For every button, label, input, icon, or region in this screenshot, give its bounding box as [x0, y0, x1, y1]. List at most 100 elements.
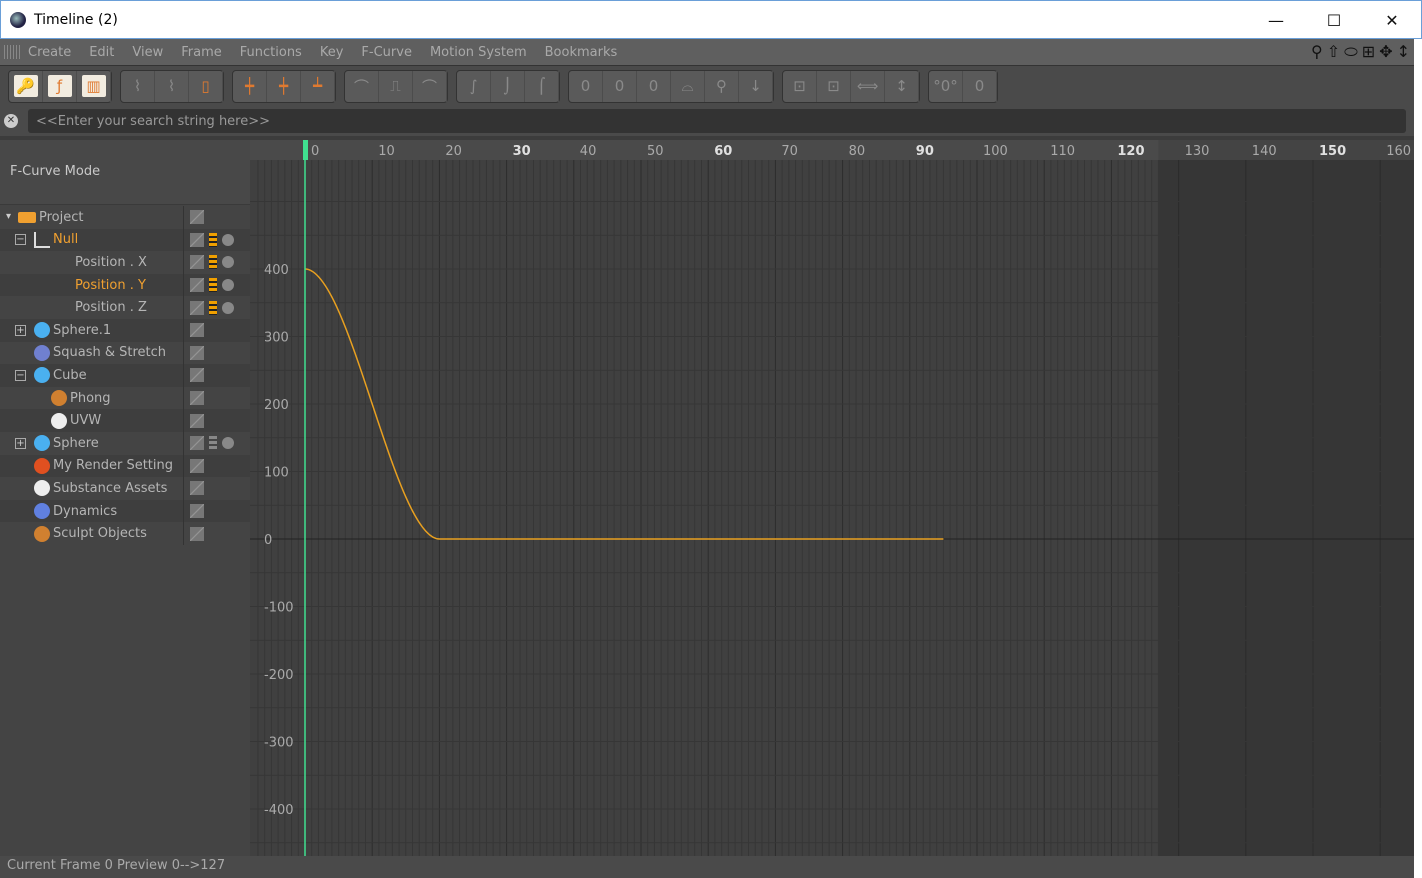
frame-selected-button[interactable]: ⌇: [155, 70, 189, 102]
uvw-tag-icon: [51, 412, 67, 429]
fcurve-graph[interactable]: 0 10 20 30 40 50 60 70 80 90 100 110 120 130 140 150 160…: [250, 140, 1414, 856]
menu-functions[interactable]: Functions: [240, 45, 302, 60]
enable-checkbox[interactable]: [190, 436, 204, 451]
record-dot-icon[interactable]: [222, 301, 234, 314]
enable-checkbox[interactable]: [190, 255, 204, 270]
tree-item[interactable]: + Sphere.1: [0, 318, 250, 342]
enable-checkbox[interactable]: [190, 413, 204, 428]
tangent-5-button[interactable]: ⚲: [705, 70, 739, 102]
record-dot-icon[interactable]: [222, 437, 234, 450]
tree-item[interactable]: Phong: [0, 386, 250, 410]
lock-2-button[interactable]: ⊡: [817, 70, 851, 102]
search-input[interactable]: [28, 109, 1406, 133]
tree-item[interactable]: My Render Setting: [0, 454, 250, 478]
menu-key[interactable]: Key: [320, 45, 344, 60]
tangent-2-button[interactable]: 0: [603, 70, 637, 102]
enable-checkbox[interactable]: [190, 526, 204, 541]
menu-bookmarks[interactable]: Bookmarks: [545, 45, 618, 60]
keyframe-track-icon: [209, 232, 217, 247]
tangent-3-button[interactable]: 0: [637, 70, 671, 102]
dopesheet-button[interactable]: ▥: [77, 70, 111, 102]
move-icon[interactable]: ✥: [1379, 42, 1392, 62]
menu-frame[interactable]: Frame: [181, 45, 222, 60]
clear-search-icon[interactable]: ✕: [4, 114, 18, 128]
record-dot-icon[interactable]: [222, 233, 234, 246]
frame-all-button[interactable]: ⌇: [121, 70, 155, 102]
menu-view[interactable]: View: [132, 45, 163, 60]
tree-item-label: Position . Y: [75, 277, 146, 293]
expand-toggle[interactable]: +: [15, 437, 26, 449]
lock-time-button[interactable]: ⟺: [851, 70, 885, 102]
fit-icon[interactable]: ⊞: [1362, 42, 1375, 62]
delete-key-button[interactable]: ┷: [301, 70, 335, 102]
substance-icon: [34, 480, 50, 497]
record-dot-icon[interactable]: [222, 256, 234, 269]
home-icon[interactable]: ⇧: [1327, 42, 1340, 62]
lock-2-icon: ⊡: [827, 77, 840, 95]
tree-item[interactable]: UVW: [0, 409, 250, 432]
zero-angle-button[interactable]: °0°: [929, 70, 963, 102]
ease-out-button[interactable]: ⌠: [525, 70, 559, 102]
minimize-button[interactable]: —: [1247, 1, 1305, 39]
tangent-4-button[interactable]: ⌓: [671, 70, 705, 102]
tree-item-columns: [183, 364, 250, 387]
add-keys-button[interactable]: ┿: [267, 70, 301, 102]
add-key-button[interactable]: ┿: [233, 70, 267, 102]
key-mode-button[interactable]: 🔑: [9, 70, 43, 102]
enable-checkbox[interactable]: [190, 368, 204, 383]
tree-item[interactable]: − Null: [0, 228, 250, 252]
frame-range-button[interactable]: ▯: [189, 70, 223, 102]
view-navigation: ⚲ ⇧ ⬭ ⊞ ✥ ↕: [1311, 42, 1410, 62]
scale-icon[interactable]: ↕: [1397, 42, 1410, 62]
enable-checkbox[interactable]: [190, 278, 204, 293]
ease-button[interactable]: ⌒: [413, 70, 447, 102]
menu-create[interactable]: Create: [28, 45, 71, 60]
tree-item[interactable]: Sculpt Objects: [0, 522, 250, 545]
tree-item[interactable]: Squash & Stretch: [0, 341, 250, 365]
enable-checkbox[interactable]: [190, 458, 204, 473]
enable-checkbox[interactable]: [190, 481, 204, 496]
ease-in-button[interactable]: ⌡: [491, 70, 525, 102]
tangent-6-button[interactable]: ↓: [739, 70, 773, 102]
expand-toggle[interactable]: ▾: [3, 211, 14, 223]
tree-item[interactable]: Position . Z: [0, 296, 250, 319]
zero-length-button[interactable]: 0: [963, 70, 997, 102]
menu-motion-system[interactable]: Motion System: [430, 45, 527, 60]
tree-item[interactable]: Position . Y: [0, 273, 250, 297]
lock-value-button[interactable]: ↕: [885, 70, 919, 102]
enable-checkbox[interactable]: [190, 210, 204, 225]
expand-toggle[interactable]: −: [15, 369, 26, 381]
enable-checkbox[interactable]: [190, 323, 204, 338]
grip-icon[interactable]: [4, 45, 20, 59]
enable-checkbox[interactable]: [190, 345, 204, 360]
menu-edit[interactable]: Edit: [89, 45, 114, 60]
enable-checkbox[interactable]: [190, 391, 204, 406]
tree-item[interactable]: Substance Assets: [0, 477, 250, 500]
tree-item[interactable]: ▾ Project: [0, 206, 250, 229]
maximize-button[interactable]: ☐: [1305, 1, 1363, 39]
enable-checkbox[interactable]: [190, 504, 204, 519]
expand-toggle[interactable]: +: [15, 324, 26, 336]
fcurve-mode-button[interactable]: ƒ: [43, 70, 77, 102]
close-button[interactable]: ✕: [1363, 1, 1421, 39]
lock-1-button[interactable]: ⊡: [783, 70, 817, 102]
tree-item[interactable]: + Sphere: [0, 431, 250, 455]
menu-f-curve[interactable]: F-Curve: [361, 45, 412, 60]
linear-button[interactable]: ∫: [457, 70, 491, 102]
record-dot-icon[interactable]: [222, 279, 234, 292]
zoom-icon[interactable]: ⬭: [1344, 42, 1358, 62]
tree-item[interactable]: Dynamics: [0, 499, 250, 523]
enable-checkbox[interactable]: [190, 232, 204, 247]
tree-item[interactable]: − Cube: [0, 364, 250, 387]
tangent-1-button[interactable]: 0: [569, 70, 603, 102]
spline-icon: ⌒: [353, 77, 369, 96]
tree-item[interactable]: Position . X: [0, 251, 250, 274]
enable-checkbox[interactable]: [190, 300, 204, 315]
spline-button[interactable]: ⌒: [345, 70, 379, 102]
expand-toggle[interactable]: −: [15, 234, 26, 246]
ease-out-icon: ⌠: [537, 77, 546, 95]
dopesheet-icon: ▥: [81, 75, 106, 97]
step-button[interactable]: ⎍: [379, 70, 413, 102]
search-icon[interactable]: ⚲: [1311, 42, 1323, 62]
frame-all-icon: ⌇: [133, 77, 142, 95]
